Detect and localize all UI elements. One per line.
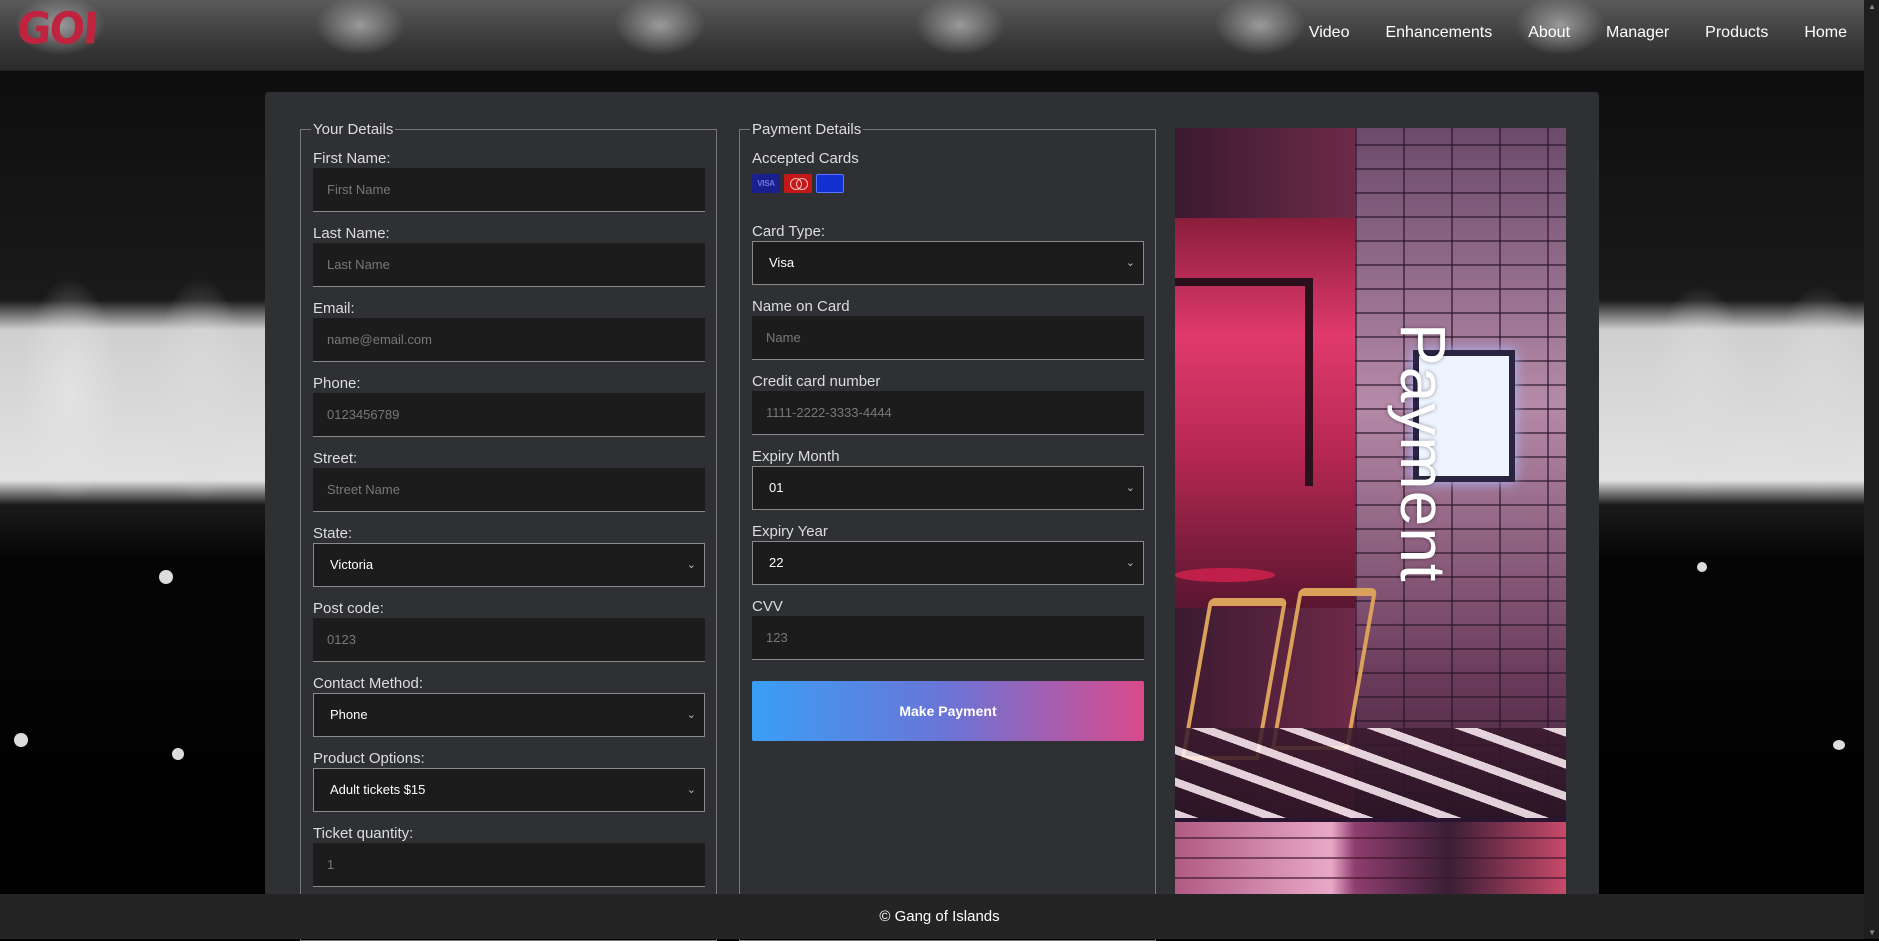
background-light: [1833, 740, 1845, 750]
street-input[interactable]: [313, 468, 705, 512]
nav-link-home[interactable]: Home: [1804, 24, 1847, 42]
make-payment-button[interactable]: Make Payment: [752, 681, 1144, 741]
nav-link-products[interactable]: Products: [1705, 24, 1768, 42]
nav-link-manager[interactable]: Manager: [1606, 24, 1669, 42]
chevron-down-icon: ⌄: [686, 559, 696, 571]
payment-vertical-title: Payment: [1387, 323, 1459, 583]
chevron-down-icon: ⌄: [686, 709, 696, 721]
product-options-label: Product Options:: [313, 750, 425, 767]
email-input[interactable]: [313, 318, 705, 362]
email-label: Email:: [313, 300, 355, 317]
expiry-month-select-value: 01: [769, 480, 784, 495]
background-light: [1697, 562, 1707, 572]
chevron-down-icon: ⌄: [686, 784, 696, 796]
cvv-input[interactable]: [752, 616, 1144, 660]
first-name-label: First Name:: [313, 150, 391, 167]
accepted-cards: VISA: [752, 174, 844, 193]
expiry-month-select[interactable]: 01 ⌄: [752, 466, 1144, 510]
your-details-legend: Your Details: [313, 121, 394, 138]
name-on-card-label: Name on Card: [752, 298, 850, 315]
nav-link-about[interactable]: About: [1528, 24, 1570, 42]
card-number-input[interactable]: [752, 391, 1144, 435]
amex-card-icon: [816, 174, 844, 193]
phone-input[interactable]: [313, 393, 705, 437]
page-scrollbar[interactable]: ▲ ▼: [1864, 0, 1879, 939]
card-number-label: Credit card number: [752, 373, 881, 390]
background-light: [14, 733, 28, 747]
nav-link-video[interactable]: Video: [1309, 24, 1350, 42]
main-nav: Video Enhancements About Manager Product…: [1273, 24, 1847, 42]
contact-method-select-value: Phone: [330, 707, 368, 722]
chevron-down-icon: ⌄: [1125, 257, 1135, 269]
mastercard-icon: [784, 174, 812, 193]
last-name-input[interactable]: [313, 243, 705, 287]
expiry-year-select-value: 22: [769, 555, 784, 570]
site-logo[interactable]: GOI: [15, 3, 98, 56]
contact-method-label: Contact Method:: [313, 675, 424, 692]
chevron-down-icon: ⌄: [1125, 557, 1135, 569]
cvv-label: CVV: [752, 598, 783, 615]
name-on-card-input[interactable]: [752, 316, 1144, 360]
site-footer: © Gang of Islands: [0, 894, 1879, 939]
expiry-year-select[interactable]: 22 ⌄: [752, 541, 1144, 585]
ticket-quantity-input[interactable]: [313, 843, 705, 887]
background-light: [159, 570, 173, 584]
payment-details-fieldset: Payment Details Accepted Cards VISA Card…: [739, 121, 1156, 941]
state-select[interactable]: Victoria ⌄: [313, 543, 705, 587]
product-options-select[interactable]: Adult tickets $15 ⌄: [313, 768, 705, 812]
phone-label: Phone:: [313, 375, 361, 392]
payment-details-legend: Payment Details: [752, 121, 862, 138]
last-name-label: Last Name:: [313, 225, 390, 242]
expiry-year-label: Expiry Year: [752, 523, 828, 540]
card-type-select[interactable]: Visa ⌄: [752, 241, 1144, 285]
tiled-floor: [1175, 728, 1566, 818]
card-type-label: Card Type:: [752, 223, 826, 240]
product-options-select-value: Adult tickets $15: [330, 782, 426, 797]
ticket-quantity-label: Ticket quantity:: [313, 825, 414, 842]
state-select-value: Victoria: [330, 557, 374, 572]
scroll-down-icon[interactable]: ▼: [1868, 928, 1876, 937]
your-details-fieldset: Your Details First Name: Last Name: Emai…: [300, 121, 717, 941]
contact-method-select[interactable]: Phone ⌄: [313, 693, 705, 737]
accepted-cards-label: Accepted Cards: [752, 150, 859, 167]
scroll-up-icon[interactable]: ▲: [1868, 2, 1876, 11]
nav-link-enhancements[interactable]: Enhancements: [1385, 24, 1492, 42]
cafe-table: [1175, 568, 1275, 582]
postcode-label: Post code:: [313, 600, 384, 617]
street-label: Street:: [313, 450, 358, 467]
top-navigation-bar: GOI Video Enhancements About Manager Pro…: [0, 0, 1879, 71]
window-frame: [1175, 278, 1313, 486]
visa-card-icon: VISA: [752, 174, 780, 193]
expiry-month-label: Expiry Month: [752, 448, 840, 465]
postcode-input[interactable]: [313, 618, 705, 662]
card-type-select-value: Visa: [769, 255, 795, 270]
cinema-payment-image: Payment: [1175, 128, 1566, 939]
checkout-panel: Your Details First Name: Last Name: Emai…: [265, 92, 1599, 941]
state-label: State:: [313, 525, 353, 542]
chevron-down-icon: ⌄: [1125, 482, 1135, 494]
background-light: [172, 748, 184, 760]
first-name-input[interactable]: [313, 168, 705, 212]
